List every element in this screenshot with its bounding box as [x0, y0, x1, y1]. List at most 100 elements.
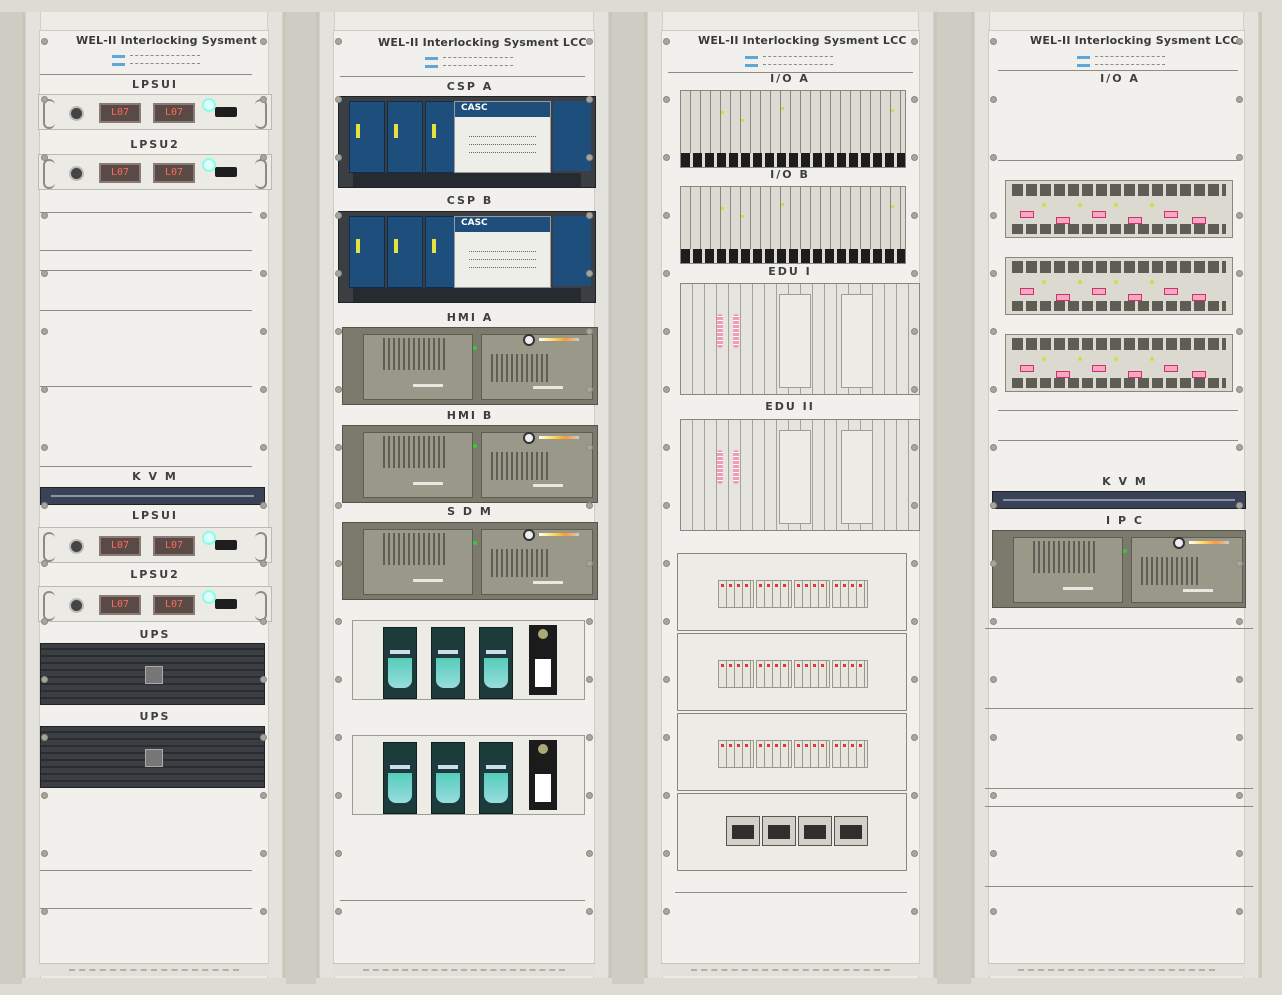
fan-icon	[431, 627, 465, 699]
breaker-switch[interactable]	[726, 816, 760, 846]
screw-icon	[335, 270, 342, 277]
csp-b-unit[interactable]: CASC	[338, 211, 596, 303]
screw-icon	[663, 386, 670, 393]
relay-panel[interactable]	[1005, 180, 1233, 238]
screw-icon	[586, 386, 593, 393]
indicator-icon	[1077, 64, 1090, 67]
screw-icon	[911, 270, 918, 277]
lpsu2-unit[interactable]: L07 L07	[38, 586, 272, 622]
knob-icon[interactable]	[69, 166, 84, 181]
knob-icon[interactable]	[69, 539, 84, 554]
screw-icon	[663, 908, 670, 915]
power-button-icon[interactable]	[1173, 537, 1185, 549]
screw-icon	[586, 328, 593, 335]
lpsu1-unit[interactable]: L07 L07	[38, 94, 272, 130]
hmi-a-unit[interactable]	[342, 327, 598, 405]
io-a-label: I/O A	[770, 72, 810, 85]
terminal-panel[interactable]	[677, 713, 907, 791]
screw-icon	[41, 676, 48, 683]
power-switch[interactable]	[215, 540, 237, 550]
screw-icon	[911, 676, 918, 683]
power-switch[interactable]	[215, 167, 237, 177]
lpsu2-unit[interactable]: L07 L07	[38, 154, 272, 190]
switch-panel[interactable]	[677, 793, 907, 871]
edu-2-label: EDU II	[765, 400, 815, 413]
screw-icon	[911, 792, 918, 799]
screw-icon	[911, 154, 918, 161]
power-button-icon[interactable]	[523, 529, 535, 541]
screw-icon	[911, 908, 918, 915]
screw-icon	[1236, 908, 1243, 915]
screw-icon	[260, 560, 267, 567]
screw-icon	[335, 38, 342, 45]
screw-icon	[1236, 328, 1243, 335]
screw-icon	[260, 96, 267, 103]
hmi-b-unit[interactable]	[342, 425, 598, 503]
io-b-chassis[interactable]	[680, 186, 906, 264]
screw-icon	[1236, 676, 1243, 683]
screw-icon	[990, 444, 997, 451]
knob-icon[interactable]	[69, 598, 84, 613]
screw-icon	[663, 270, 670, 277]
screw-icon	[41, 444, 48, 451]
fan-unit[interactable]	[352, 735, 585, 815]
terminal-panel[interactable]	[677, 553, 907, 631]
screw-icon	[335, 560, 342, 567]
screw-icon	[260, 850, 267, 857]
screw-icon	[1236, 270, 1243, 277]
screw-icon	[663, 792, 670, 799]
ups-unit[interactable]	[40, 643, 265, 705]
screw-icon	[663, 734, 670, 741]
breaker-switch[interactable]	[762, 816, 796, 846]
breaker-switch[interactable]	[834, 816, 868, 846]
lpsu1-unit[interactable]: L07 L07	[38, 527, 272, 563]
hmi-a-label: HMI A	[446, 311, 494, 324]
breaker-switch[interactable]	[798, 816, 832, 846]
rack-3-title: WEL-II Interlocking Sysment LCC	[698, 34, 907, 47]
fan-unit[interactable]	[352, 620, 585, 700]
screw-icon	[260, 444, 267, 451]
display-readout: L07	[99, 595, 141, 615]
indicator-icon	[112, 63, 125, 66]
power-button-icon[interactable]	[523, 432, 535, 444]
screw-icon	[41, 618, 48, 625]
ups-label: UPS	[139, 628, 171, 641]
edu-1-chassis[interactable]	[680, 283, 920, 395]
csp-a-unit[interactable]: CASC	[338, 96, 596, 188]
screw-icon	[911, 502, 918, 509]
fan-icon	[431, 742, 465, 814]
screw-icon	[335, 792, 342, 799]
power-switch[interactable]	[215, 599, 237, 609]
terminal-panel[interactable]	[677, 633, 907, 711]
screw-icon	[911, 328, 918, 335]
screw-icon	[663, 502, 670, 509]
screw-icon	[335, 850, 342, 857]
relay-panel[interactable]	[1005, 257, 1233, 315]
kvm-label: K V M	[1102, 475, 1148, 488]
power-button-icon[interactable]	[523, 334, 535, 346]
ipc-unit[interactable]	[992, 530, 1246, 608]
edu-2-chassis[interactable]	[680, 419, 920, 531]
relay-panel[interactable]	[1005, 334, 1233, 392]
status-led-icon	[202, 590, 216, 604]
screw-icon	[260, 908, 267, 915]
screw-icon	[1236, 850, 1243, 857]
power-switch[interactable]	[215, 107, 237, 117]
kvm-unit[interactable]	[40, 487, 265, 505]
screw-icon	[335, 908, 342, 915]
csp-a-label: CSP A	[446, 80, 494, 93]
screw-icon	[1236, 154, 1243, 161]
kvm-unit[interactable]	[992, 491, 1246, 509]
ups-unit[interactable]	[40, 726, 265, 788]
knob-icon[interactable]	[69, 106, 84, 121]
screw-icon	[663, 96, 670, 103]
sdm-unit[interactable]	[342, 522, 598, 600]
screw-icon	[990, 618, 997, 625]
io-a-chassis[interactable]	[680, 90, 906, 168]
screw-icon	[990, 734, 997, 741]
screw-icon	[41, 502, 48, 509]
screw-icon	[911, 618, 918, 625]
ups-logo-icon	[144, 749, 163, 767]
display-readout: L07	[99, 163, 141, 183]
lpsu2-label: LPSU2	[130, 138, 180, 151]
